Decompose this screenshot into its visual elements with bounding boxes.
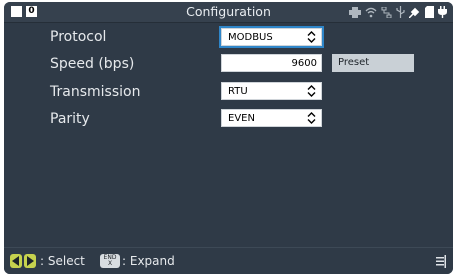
- select-hint: : Select: [10, 248, 85, 274]
- transmission-value: RTU: [228, 86, 248, 97]
- status-icons: [349, 5, 447, 19]
- title-bar: 0 Configuration: [4, 2, 453, 23]
- network-icon: [381, 6, 392, 18]
- preset-button[interactable]: Preset: [332, 54, 414, 72]
- end-key-x: X: [107, 260, 113, 267]
- protocol-value: MODBUS: [228, 32, 273, 43]
- printer-icon: [349, 6, 361, 18]
- footer-bar: : Select END X : Expand: [4, 247, 453, 274]
- usb-icon: [396, 6, 405, 18]
- protocol-select[interactable]: MODBUS: [219, 26, 324, 48]
- parity-value: EVEN: [228, 113, 255, 124]
- updown-chevron-icon: [307, 31, 316, 43]
- satellite-icon: [409, 7, 420, 18]
- menu-icon[interactable]: [436, 255, 446, 268]
- parity-select[interactable]: EVEN: [221, 109, 322, 127]
- parity-label: Parity: [50, 111, 90, 127]
- expand-hint: END X : Expand: [100, 248, 175, 274]
- plug-icon: [438, 6, 447, 18]
- sd-card-icon: [425, 6, 434, 18]
- protocol-label: Protocol: [50, 29, 107, 45]
- end-key-icon[interactable]: END X: [100, 254, 120, 268]
- left-arrow-key-icon[interactable]: [10, 254, 22, 268]
- wifi-icon: [365, 7, 377, 17]
- transmission-label: Transmission: [50, 84, 141, 100]
- speed-input[interactable]: 9600: [221, 54, 322, 72]
- right-arrow-key-icon[interactable]: [24, 254, 36, 268]
- updown-chevron-icon: [307, 85, 316, 97]
- updown-chevron-icon: [307, 112, 316, 124]
- expand-hint-text: : Expand: [122, 254, 175, 268]
- device-screen: 0 Configuration Protocol MODBUS Speed (b…: [4, 2, 453, 274]
- select-hint-text: : Select: [40, 254, 85, 268]
- speed-value: 9600: [291, 58, 317, 69]
- transmission-select[interactable]: RTU: [221, 82, 322, 100]
- speed-label: Speed (bps): [50, 56, 135, 72]
